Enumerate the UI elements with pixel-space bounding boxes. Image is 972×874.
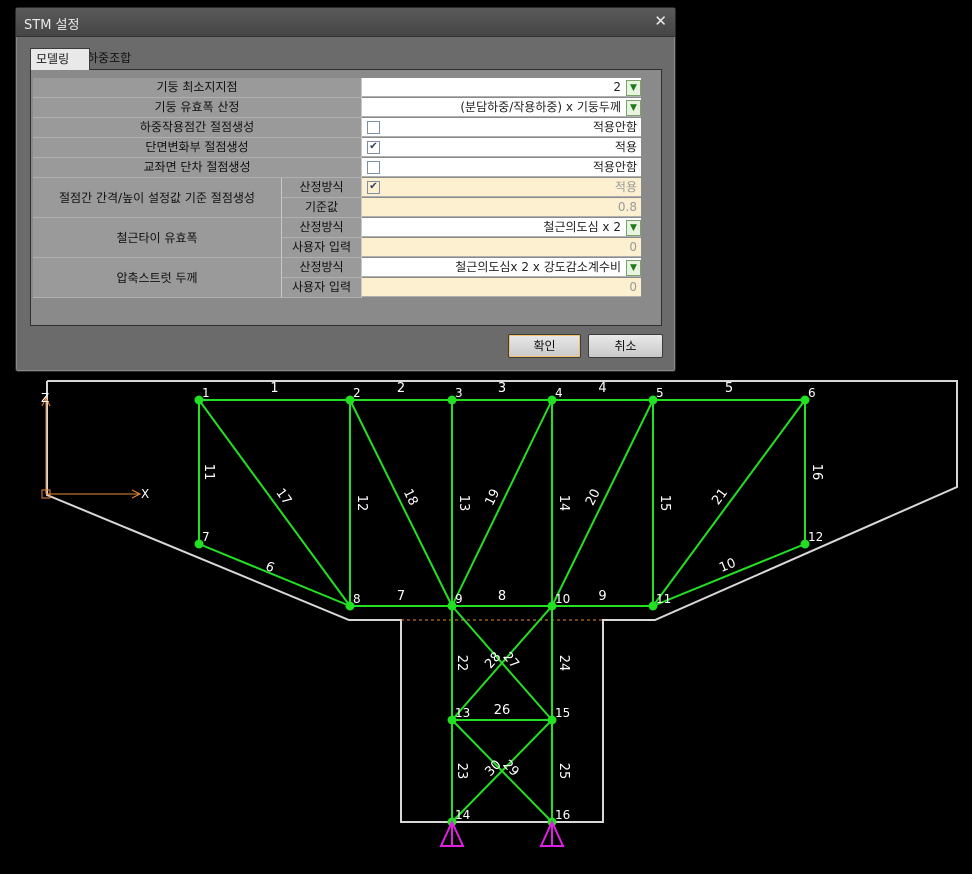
setting-row: 사용자 입력 0 — [33, 238, 659, 258]
member-label: 7 — [397, 589, 405, 604]
member-label: 6 — [263, 559, 276, 576]
close-icon[interactable]: ✕ — [654, 12, 667, 30]
z-axis-label: Z — [41, 391, 49, 405]
cancel-button[interactable]: 취소 — [588, 334, 663, 358]
setting-value: 적용안함 — [362, 158, 641, 177]
chevron-down-icon[interactable]: ▼ — [626, 220, 641, 236]
member-label: 25 — [556, 763, 571, 780]
member-label: 24 — [556, 655, 571, 672]
setting-row: 하중작용점간 절점생성 적용안함 — [33, 118, 659, 138]
setting-value: 철근의도심x 2 x 강도감소계수비 — [455, 260, 621, 274]
node-label: 5 — [656, 386, 664, 400]
setting-row: 사용자 입력 0 — [33, 278, 659, 298]
sub-label: 사용자 입력 — [282, 278, 362, 298]
setting-value-dropdown[interactable]: (분담하중/작용하중) x 기둥두께 — [362, 98, 641, 117]
member-label: 13 — [456, 495, 471, 512]
member-label: 9 — [598, 589, 606, 604]
tab-modeling[interactable]: 모델링 — [30, 48, 90, 70]
setting-value-dropdown[interactable]: 2 — [362, 78, 641, 97]
member-label: 2 — [397, 381, 405, 396]
setting-row: 산정방식 적용 ✔ — [33, 178, 659, 198]
member-label: 15 — [657, 495, 672, 512]
node-label: 1 — [202, 386, 210, 400]
x-axis-label: X — [141, 487, 149, 501]
setting-value-input[interactable]: 0 — [362, 278, 641, 297]
setting-value-dropdown[interactable]: 철근의도심x 2 x 강도감소계수비 — [362, 258, 641, 277]
setting-row: 산정방식 철근의도심x 2 x 강도감소계수비 ▼ — [33, 258, 659, 278]
stm-settings-dialog: STM 설정 ✕ 모델링 하중조합 기둥 최소지지점 2 ▼ 기둥 유효폭 산정… — [15, 7, 676, 372]
setting-value: 적용 — [362, 178, 641, 197]
setting-value: 2 — [613, 80, 621, 94]
member-label: 16 — [809, 464, 824, 481]
member-label: 12 — [354, 495, 369, 512]
setting-label: 교좌면 단차 절점생성 — [33, 158, 362, 178]
member-label: 30 — [482, 757, 504, 779]
node-label: 7 — [202, 530, 210, 544]
setting-label: 기둥 최소지지점 — [33, 78, 362, 98]
member-label: 5 — [725, 381, 733, 396]
setting-row: 단면변화부 절점생성 적용 ✔ — [33, 138, 659, 158]
node-label: 12 — [808, 530, 823, 544]
node-label: 13 — [455, 706, 470, 720]
checkbox-checked[interactable]: ✔ — [367, 141, 380, 154]
node-label: 6 — [808, 386, 816, 400]
sub-label: 기준값 — [282, 198, 362, 218]
sub-label: 산정방식 — [282, 258, 362, 278]
chevron-down-icon[interactable]: ▼ — [626, 100, 641, 116]
dialog-title: STM 설정 — [24, 18, 80, 33]
setting-label: 기둥 유효폭 산정 — [33, 98, 362, 118]
node-label: 8 — [353, 592, 361, 606]
node-label: 15 — [555, 706, 570, 720]
setting-row: 기준값 0.8 — [33, 198, 659, 218]
member-label: 23 — [454, 763, 469, 780]
setting-label: 하중작용점간 절점생성 — [33, 118, 362, 138]
sub-label: 사용자 입력 — [282, 238, 362, 258]
setting-value-input[interactable]: 0.8 — [362, 198, 641, 217]
tab-load-combination[interactable]: 하중조합 — [82, 48, 152, 69]
member-label: 1 — [270, 381, 278, 396]
node-label: 11 — [656, 592, 671, 606]
checkbox[interactable] — [367, 121, 380, 134]
member-label: 11 — [201, 464, 216, 481]
setting-row: 교좌면 단차 절점생성 적용안함 — [33, 158, 659, 178]
tab-panel-modeling: 기둥 최소지지점 2 ▼ 기둥 유효폭 산정 (분담하중/작용하중) x 기둥두… — [30, 69, 662, 326]
member-label: 26 — [494, 703, 511, 718]
node-label: 16 — [555, 808, 570, 822]
member-label: 3 — [498, 381, 506, 396]
member-label: 14 — [556, 495, 571, 512]
node-label: 9 — [455, 592, 463, 606]
setting-value: 철근의도심 x 2 — [543, 220, 621, 234]
setting-value-dropdown[interactable]: 철근의도심 x 2 — [362, 218, 641, 237]
member-label: 8 — [498, 589, 506, 604]
sub-label: 산정방식 — [282, 178, 362, 198]
node-label: 2 — [353, 386, 361, 400]
chevron-down-icon[interactable]: ▼ — [626, 80, 641, 96]
setting-row: 산정방식 철근의도심 x 2 ▼ — [33, 218, 659, 238]
checkbox[interactable] — [367, 161, 380, 174]
member-label: 28 — [482, 650, 504, 672]
member-label: 22 — [454, 655, 469, 672]
node-label: 4 — [555, 386, 563, 400]
setting-value: (분담하중/작용하중) x 기둥두께 — [460, 100, 621, 114]
setting-row: 기둥 유효폭 산정 (분담하중/작용하중) x 기둥두께 ▼ — [33, 98, 659, 118]
member-label: 4 — [598, 381, 606, 396]
setting-label: 단면변화부 절점생성 — [33, 138, 362, 158]
checkbox-checked[interactable]: ✔ — [367, 181, 380, 194]
chevron-down-icon[interactable]: ▼ — [626, 260, 641, 276]
ok-button[interactable]: 확인 — [508, 334, 581, 358]
dialog-titlebar[interactable]: STM 설정 ✕ — [16, 8, 675, 37]
node-label: 3 — [455, 386, 463, 400]
setting-value-input[interactable]: 0 — [362, 238, 641, 257]
node-label: 10 — [555, 592, 570, 606]
node-label: 14 — [455, 808, 470, 822]
sub-label: 산정방식 — [282, 218, 362, 238]
setting-value: 적용안함 — [362, 118, 641, 137]
setting-value: 적용 — [362, 138, 641, 157]
setting-row: 기둥 최소지지점 2 ▼ — [33, 78, 659, 98]
